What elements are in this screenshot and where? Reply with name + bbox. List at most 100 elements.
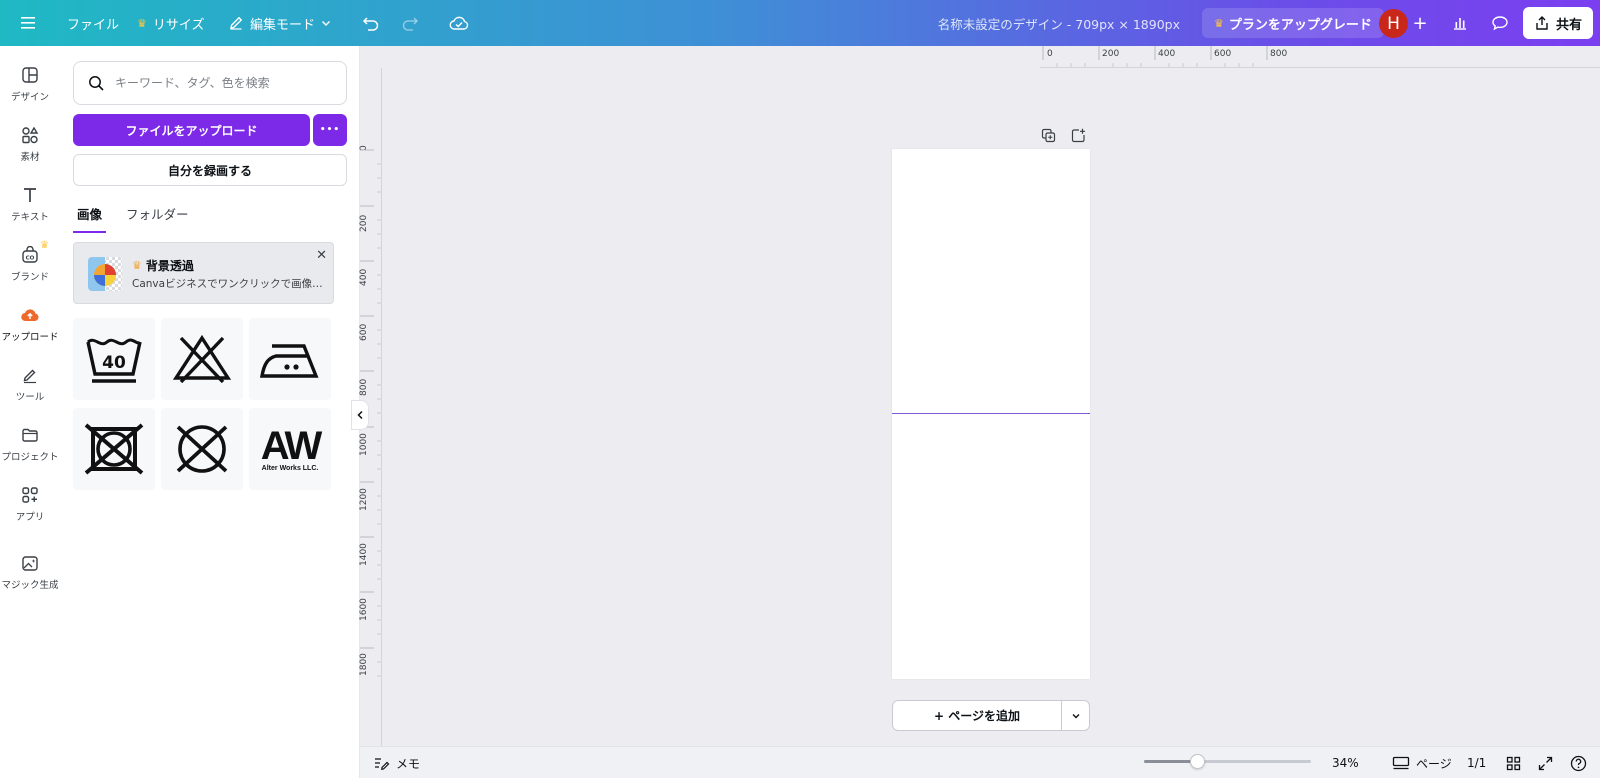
upgrade-button[interactable]: ♛ プランをアップグレード	[1202, 8, 1384, 38]
folder-icon	[22, 428, 38, 442]
help-icon	[1570, 755, 1587, 771]
save-status[interactable]	[449, 0, 469, 46]
rail-item-label: アプリ	[15, 512, 45, 523]
add-page-icon	[1071, 128, 1085, 142]
tab-images[interactable]: 画像	[73, 204, 107, 233]
background-remover-promo[interactable]: ♛ 背景透過 Canvaビジネスでワンクリックで画像の... ✕	[73, 242, 334, 304]
grid-view-icon	[1506, 756, 1521, 770]
rail-item-text[interactable]: テキスト	[0, 186, 60, 238]
rail-item-label: マジック生成	[1, 580, 59, 591]
page-count[interactable]: 1/1	[1467, 747, 1486, 778]
search-input[interactable]	[115, 76, 335, 90]
add-page-button-small[interactable]	[1068, 125, 1088, 145]
pages-button[interactable]: ページ	[1392, 747, 1452, 778]
no-dry-clean-icon	[176, 425, 228, 473]
pencil-icon	[230, 16, 243, 30]
wash-40-icon: 40	[86, 338, 142, 383]
redo-icon	[402, 17, 419, 31]
zoom-value[interactable]: 34%	[1332, 747, 1359, 778]
plus-icon: +	[1412, 12, 1428, 34]
svg-text:CO: CO	[26, 256, 35, 262]
uploaded-image[interactable]	[249, 318, 331, 400]
chevron-down-icon	[1072, 713, 1079, 718]
add-page-dropdown[interactable]	[1062, 700, 1090, 731]
cloud-upload-icon	[21, 309, 39, 322]
menu-button[interactable]	[20, 0, 36, 46]
chevron-left-icon	[357, 410, 363, 420]
uploaded-image[interactable]: 40	[73, 318, 155, 400]
file-menu[interactable]: ファイル	[67, 0, 119, 46]
tab-label: 画像	[77, 207, 103, 222]
uploaded-image[interactable]	[161, 408, 243, 490]
rail-item-tools[interactable]: ツール	[0, 366, 60, 418]
insights-button[interactable]	[1444, 8, 1476, 38]
rail-item-label: ツール	[15, 392, 45, 403]
promo-thumbnail	[88, 257, 122, 291]
brand-icon: CO	[22, 246, 38, 263]
rail-item-label: 素材	[20, 152, 40, 163]
search-icon	[89, 75, 104, 91]
no-bleach-icon	[172, 334, 232, 384]
upload-files-button[interactable]: ファイルをアップロード	[73, 114, 310, 146]
draw-tool-icon	[23, 369, 36, 384]
bottom-bar: メモ 34% ページ 1/1	[360, 746, 1600, 778]
shapes-icon	[22, 126, 39, 144]
design-title[interactable]: 名称未設定のデザイン - 709px × 1890px	[938, 0, 1180, 46]
record-yourself-label: 自分を録画する	[167, 163, 252, 178]
redo-button[interactable]	[401, 0, 419, 46]
avatar-initial: H	[1387, 13, 1400, 34]
more-options-button[interactable]: •••	[313, 114, 347, 146]
add-page-label: + ページを追加	[934, 709, 1020, 723]
wash-temperature: 40	[102, 353, 126, 373]
resize-label: リサイズ	[152, 17, 205, 33]
hamburger-icon	[21, 17, 35, 29]
collapse-panel-button[interactable]	[351, 400, 369, 430]
rail-item-projects[interactable]: プロジェクト	[0, 426, 60, 478]
search-box[interactable]	[73, 61, 347, 105]
duplicate-page-button[interactable]	[1038, 125, 1058, 145]
zoom-slider[interactable]	[1144, 754, 1311, 769]
pages-label: ページ	[1416, 756, 1452, 771]
undo-button[interactable]	[362, 0, 380, 46]
share-button[interactable]: 共有	[1523, 7, 1593, 39]
more-dots-icon: •••	[319, 125, 341, 135]
chevron-down-icon	[322, 21, 331, 26]
uploaded-image[interactable]	[73, 408, 155, 490]
rail-item-label: テキスト	[11, 212, 49, 223]
rail-item-brand[interactable]: ♛ CO ブランド	[0, 240, 60, 298]
notes-button[interactable]: メモ	[374, 747, 420, 778]
rail-item-uploads[interactable]: アップロード	[0, 306, 60, 358]
fullscreen-button[interactable]	[1538, 747, 1553, 778]
tab-folders[interactable]: フォルダー	[122, 204, 193, 233]
add-page-button[interactable]: + ページを追加	[892, 700, 1062, 731]
uploaded-image[interactable]	[161, 318, 243, 400]
design-page[interactable]	[892, 149, 1090, 679]
grid-view-button[interactable]	[1506, 747, 1521, 778]
rail-item-design[interactable]: デザイン	[0, 66, 60, 118]
page-guide-line	[892, 413, 1090, 414]
share-label: 共有	[1555, 17, 1582, 33]
add-collaborator-button[interactable]: +	[1404, 8, 1436, 38]
record-yourself-button[interactable]: 自分を録画する	[73, 154, 347, 186]
uploaded-image[interactable]: AW Alter Works LLC.	[249, 408, 331, 490]
rail-item-magic-media[interactable]: マジック生成	[0, 554, 60, 606]
rail-item-apps[interactable]: アプリ	[0, 486, 60, 538]
close-icon[interactable]: ✕	[316, 248, 327, 263]
edit-mode-dropdown[interactable]: 編集モード	[228, 0, 331, 46]
alter-works-logo: AW Alter Works LLC.	[261, 426, 322, 472]
rail-item-elements[interactable]: 素材	[0, 126, 60, 178]
help-button[interactable]	[1570, 747, 1587, 778]
text-icon	[24, 188, 36, 202]
upgrade-label: プランをアップグレード	[1228, 17, 1372, 33]
top-bar: ファイル ♛ リサイズ 編集モード 名称未設定のデザイン - 709px × 1…	[0, 0, 1600, 46]
rail-item-label: アップロード	[1, 332, 59, 343]
edit-mode-label: 編集モード	[250, 17, 316, 33]
promo-title: ♛ 背景透過	[132, 257, 194, 274]
resize-button[interactable]: ♛ リサイズ	[137, 0, 205, 46]
cloud-check-icon	[449, 16, 469, 30]
crown-icon: ♛	[1214, 16, 1224, 30]
undo-icon	[362, 17, 379, 31]
comments-button[interactable]	[1484, 8, 1516, 38]
magic-image-icon	[22, 556, 38, 571]
file-menu-label: ファイル	[67, 17, 120, 33]
